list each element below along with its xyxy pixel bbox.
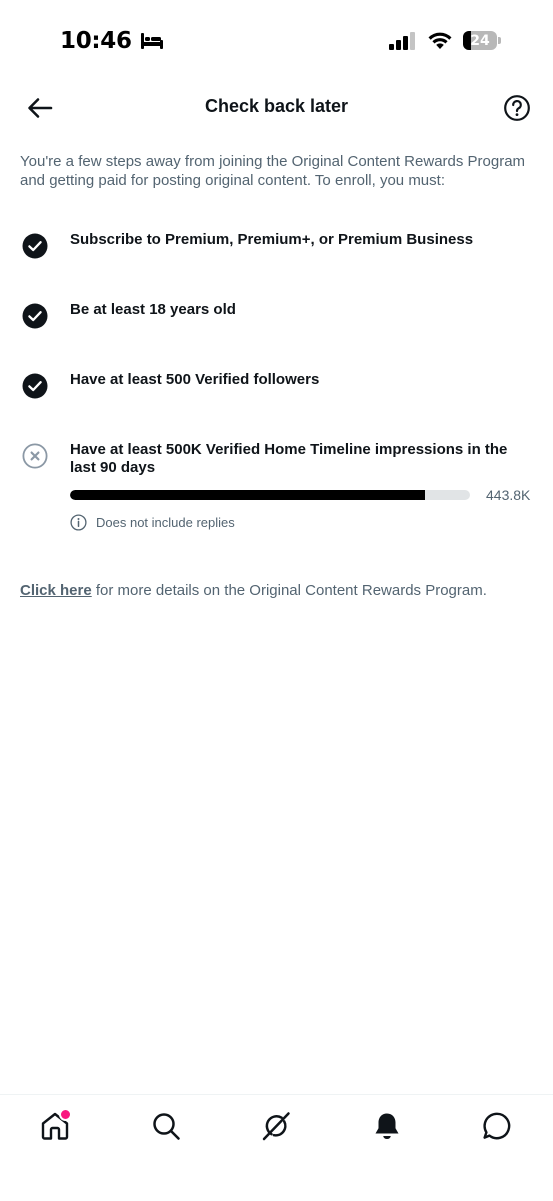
details-text-rest: for more details on the Original Content… [91,582,487,599]
requirement-label: Have at least 500 Verified followers [70,371,320,388]
progress-value: 443.8K [486,487,531,503]
details-text: Click here for more details on the Origi… [20,582,487,599]
message-icon [483,1112,511,1140]
page-title: Check back later [204,96,349,116]
progress-fill [70,490,426,500]
requirement-label: Subscribe to Premium, Premium+, or Premi… [70,231,474,248]
tab-messages[interactable] [480,1109,514,1143]
tab-notifications[interactable] [370,1109,404,1143]
check-circle-icon [22,303,48,329]
tab-search[interactable] [149,1109,183,1143]
requirement-label: Be at least 18 years old [70,301,236,318]
status-time-group: 10:46 [60,28,164,54]
battery-percent: 24 [470,32,490,49]
grok-icon [262,1112,290,1141]
status-time: 10:46 [60,28,132,54]
click-here-link[interactable]: Click here [20,582,92,599]
bell-icon [375,1113,399,1140]
requirement-label: Have at least 500K Verified Home Timelin… [70,441,508,476]
check-circle-icon [22,233,48,259]
impressions-progress: 443.8K [70,486,536,504]
status-indicators: 24 [389,31,501,50]
info-icon [70,514,87,531]
tab-grok[interactable] [259,1109,293,1143]
check-circle-icon [22,373,48,399]
wifi-icon [428,32,452,49]
replies-note: Does not include replies [70,514,235,531]
signal-icon [389,31,415,50]
tab-bar [0,1094,553,1201]
intro-text: You're a few steps away from joining the… [20,153,526,189]
battery-icon: 24 [463,31,501,50]
header: Check back later [0,82,553,134]
tab-home[interactable] [38,1108,72,1143]
bed-icon [140,33,163,49]
progress-track [70,490,470,500]
search-icon [153,1113,180,1140]
question-circle-icon [504,95,530,121]
note-text: Does not include replies [96,515,235,530]
help-button[interactable] [503,94,531,122]
status-bar: 10:46 24 [0,0,553,82]
notification-dot [59,1108,72,1121]
x-circle-icon [22,443,48,469]
